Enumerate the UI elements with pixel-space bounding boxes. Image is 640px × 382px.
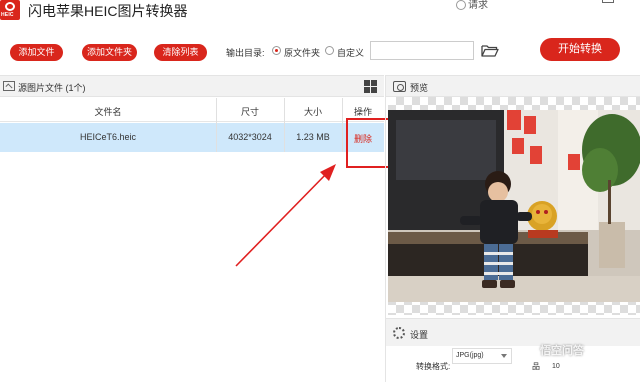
preview-header: 预览 [386, 75, 640, 97]
user-label: 请求 [468, 0, 488, 11]
table-header: 文件名 尺寸 大小 操作 [0, 98, 384, 122]
image-icon [3, 81, 15, 91]
watermark-text: 悟空问答 [540, 345, 584, 357]
maximize-button[interactable] [598, 0, 616, 8]
column-divider [284, 98, 285, 152]
file-list-title: 源图片文件 (1个) [18, 83, 86, 93]
column-size: 大小 [303, 107, 322, 117]
column-divider [216, 98, 217, 152]
app-logo: HEIC [0, 0, 20, 20]
preview-title: 预览 [410, 83, 429, 93]
radio-custom-folder-label[interactable]: 自定义 [337, 46, 364, 59]
column-divider [342, 98, 343, 152]
quality-value[interactable]: 10 [552, 363, 560, 370]
column-filename: 文件名 [94, 107, 122, 117]
start-convert-button[interactable]: 开始转换 [540, 38, 620, 61]
user-menu[interactable]: 请求 [456, 0, 488, 11]
add-folder-button[interactable]: 添加文件夹 [82, 44, 137, 61]
preview-image [388, 110, 640, 302]
logo-mark-icon [5, 2, 15, 11]
user-icon [456, 0, 466, 11]
file-list-header: 源图片文件 (1个) [0, 75, 384, 97]
preview-icon [393, 81, 406, 92]
row-filename: HEICeT6.heic [79, 132, 137, 142]
format-label: 转换格式: [416, 362, 451, 371]
gear-icon [393, 327, 405, 339]
row-dimensions: 4032*3024 [228, 132, 272, 142]
minimize-button[interactable] [568, 0, 586, 8]
quality-label: 品 [532, 362, 540, 371]
row-size: 1.23 MB [296, 132, 330, 142]
annotation-arrow-icon [235, 164, 336, 267]
app-title: 闪电苹果HEIC图片转换器 [28, 3, 188, 19]
title-bar: HEIC 闪电苹果HEIC图片转换器 请求 [0, 0, 640, 28]
output-dir-label: 输出目录: [226, 48, 265, 58]
clear-list-button[interactable]: 清除列表 [154, 44, 207, 61]
add-file-button[interactable]: 添加文件 [10, 44, 63, 61]
grid-view-icon[interactable] [364, 80, 377, 93]
table-row[interactable]: HEICeT6.heic 4032*3024 1.23 MB 删除 [0, 123, 384, 152]
output-path-input[interactable] [370, 41, 474, 60]
radio-custom-folder[interactable] [325, 46, 334, 55]
column-action: 操作 [353, 107, 372, 117]
settings-header: 设置 [386, 318, 640, 346]
radio-original-folder[interactable] [272, 46, 281, 55]
settings-title: 设置 [410, 330, 429, 340]
logo-text: HEIC [1, 12, 14, 18]
radio-original-folder-label[interactable]: 原文件夹 [284, 46, 320, 59]
toolbar: 添加文件 添加文件夹 清除列表 输出目录: 原文件夹 自定义 开始转换 [0, 28, 640, 74]
folder-open-icon[interactable] [481, 44, 499, 57]
format-select[interactable]: JPG(jpg) [452, 348, 512, 364]
column-dimensions: 尺寸 [240, 107, 259, 117]
